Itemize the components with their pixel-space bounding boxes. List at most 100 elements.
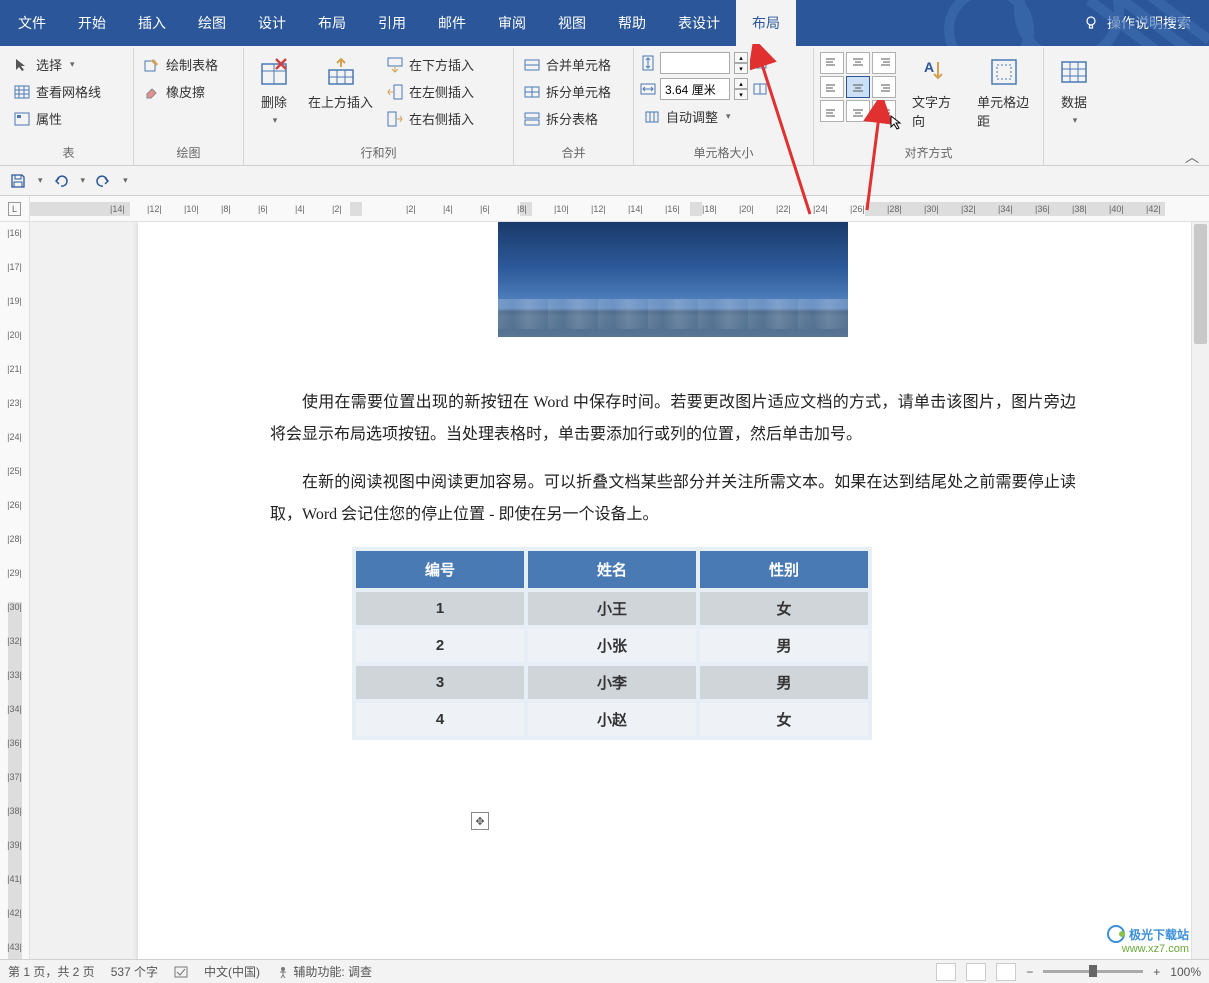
insert-below-button[interactable]: 在下方插入 [383, 52, 478, 77]
table-header[interactable]: 姓名 [526, 549, 698, 590]
align-mid-center[interactable] [846, 76, 870, 98]
distribute-cols-icon[interactable] [752, 81, 768, 97]
cell-margins-button[interactable]: 单元格边距 [971, 52, 1037, 134]
col-width-input[interactable] [660, 78, 730, 100]
split-cells-button[interactable]: 拆分单元格 [520, 79, 615, 104]
insert-right-icon [387, 111, 403, 127]
align-bot-left[interactable] [820, 100, 844, 122]
table-cell[interactable]: 3 [354, 664, 526, 701]
menu-tab-12[interactable]: 布局 [736, 0, 796, 46]
draw-table-button[interactable]: 绘制表格 [140, 52, 222, 77]
zoom-out-button[interactable]: − [1026, 965, 1033, 979]
zoom-slider[interactable] [1043, 970, 1143, 973]
menu-tab-1[interactable]: 开始 [62, 0, 122, 46]
document-table[interactable]: 编号姓名性别 1小王女2小张男3小李男4小赵女 [352, 547, 872, 740]
qat-more[interactable]: ▾ [123, 175, 128, 186]
accessibility-indicator[interactable]: 辅助功能: 调查 [276, 963, 372, 980]
document-canvas[interactable]: 使用在需要位置出现的新按钮在 Word 中保存时间。若要更改图片适应文档的方式，… [30, 222, 1191, 959]
split-table-button[interactable]: 拆分表格 [520, 106, 615, 131]
table-header[interactable]: 性别 [698, 549, 870, 590]
text-direction-button[interactable]: A文字方向 [906, 52, 961, 134]
width-up[interactable]: ▴ [734, 78, 748, 89]
menu-tab-0[interactable]: 文件 [2, 0, 62, 46]
menu-tab-2[interactable]: 插入 [122, 0, 182, 46]
data-button[interactable]: 数据▾ [1050, 52, 1098, 130]
distribute-rows-icon[interactable] [752, 55, 768, 71]
view-gridlines-button[interactable]: 查看网格线 [10, 79, 105, 104]
align-top-center[interactable] [846, 52, 870, 74]
table-cell[interactable]: 小李 [526, 664, 698, 701]
paragraph-1[interactable]: 使用在需要位置出现的新按钮在 Word 中保存时间。若要更改图片适应文档的方式，… [270, 387, 1076, 451]
table-cell[interactable]: 男 [698, 664, 870, 701]
undo-dropdown[interactable]: ▾ [81, 175, 86, 186]
table-row[interactable]: 1小王女 [354, 590, 870, 627]
page-indicator[interactable]: 第 1 页，共 2 页 [8, 963, 95, 980]
insert-right-button[interactable]: 在右侧插入 [383, 106, 478, 131]
spellcheck-icon[interactable] [174, 965, 188, 979]
word-count[interactable]: 537 个字 [111, 963, 158, 980]
table-cell[interactable]: 小张 [526, 627, 698, 664]
table-cell[interactable]: 小王 [526, 590, 698, 627]
select-button[interactable]: 选择▾ [10, 52, 105, 77]
table-cell[interactable]: 2 [354, 627, 526, 664]
menu-tab-3[interactable]: 绘图 [182, 0, 242, 46]
print-layout-button[interactable] [966, 963, 986, 981]
insert-above-button[interactable]: 在上方插入 [302, 52, 379, 115]
scrollbar-thumb[interactable] [1194, 224, 1207, 344]
eraser-button[interactable]: 橡皮擦 [140, 79, 222, 104]
undo-button[interactable] [51, 171, 71, 191]
table-cell[interactable]: 1 [354, 590, 526, 627]
align-bot-center[interactable] [846, 100, 870, 122]
delete-button[interactable]: 删除▾ [250, 52, 298, 130]
table-row[interactable]: 3小李男 [354, 664, 870, 701]
save-button[interactable] [8, 171, 28, 191]
table-cell[interactable]: 女 [698, 590, 870, 627]
menu-tab-4[interactable]: 设计 [242, 0, 302, 46]
zoom-in-button[interactable]: + [1153, 965, 1160, 979]
align-mid-left[interactable] [820, 76, 844, 98]
redo-button[interactable] [93, 171, 113, 191]
tell-me-search[interactable]: 操作说明搜索 [1067, 13, 1207, 33]
table-cell[interactable]: 小赵 [526, 701, 698, 738]
width-down[interactable]: ▾ [734, 89, 748, 100]
menu-tab-6[interactable]: 引用 [362, 0, 422, 46]
menu-tab-11[interactable]: 表设计 [662, 0, 736, 46]
web-layout-button[interactable] [996, 963, 1016, 981]
table-header[interactable]: 编号 [354, 549, 526, 590]
zoom-level[interactable]: 100% [1170, 965, 1201, 979]
ruler-vertical[interactable]: |16||17||19||20||21||23||24||25||26||28|… [0, 222, 30, 959]
collapse-ribbon-button[interactable]: ︿ [1185, 147, 1199, 167]
menu-tab-9[interactable]: 视图 [542, 0, 602, 46]
menu-tab-5[interactable]: 布局 [302, 0, 362, 46]
merge-cells-button[interactable]: 合并单元格 [520, 52, 615, 77]
table-row[interactable]: 2小张男 [354, 627, 870, 664]
menu-tab-7[interactable]: 邮件 [422, 0, 482, 46]
align-mid-right[interactable] [872, 76, 896, 98]
paragraph-2[interactable]: 在新的阅读视图中阅读更加容易。可以折叠文档某些部分并关注所需文本。如果在达到结尾… [270, 467, 1076, 531]
table-cell[interactable]: 4 [354, 701, 526, 738]
insert-left-button[interactable]: 在左侧插入 [383, 79, 478, 104]
ruler-horizontal[interactable]: L |14||12||10||8||6||4||2||2||4||6||8||1… [0, 196, 1209, 222]
tab-selector[interactable]: L [8, 202, 21, 216]
properties-button[interactable]: 属性 [10, 106, 105, 131]
height-down[interactable]: ▾ [734, 63, 748, 74]
height-up[interactable]: ▴ [734, 52, 748, 63]
table-move-handle[interactable]: ✥ [471, 812, 489, 830]
document-image[interactable] [498, 222, 848, 337]
focus-view-button[interactable] [936, 963, 956, 981]
table-row[interactable]: 4小赵女 [354, 701, 870, 738]
vertical-scrollbar[interactable] [1191, 222, 1209, 959]
properties-icon [14, 111, 30, 127]
row-height-input[interactable] [660, 52, 730, 74]
language-indicator[interactable]: 中文(中国) [204, 963, 260, 980]
table-cell[interactable]: 女 [698, 701, 870, 738]
table-cell[interactable]: 男 [698, 627, 870, 664]
menu-tab-8[interactable]: 审阅 [482, 0, 542, 46]
menu-tab-10[interactable]: 帮助 [602, 0, 662, 46]
autofit-button[interactable]: 自动调整▾ [640, 104, 768, 129]
align-top-left[interactable] [820, 52, 844, 74]
align-top-right[interactable] [872, 52, 896, 74]
qat-customize[interactable]: ▾ [38, 175, 43, 186]
accessibility-icon [276, 966, 290, 980]
align-bot-right[interactable] [872, 100, 896, 122]
